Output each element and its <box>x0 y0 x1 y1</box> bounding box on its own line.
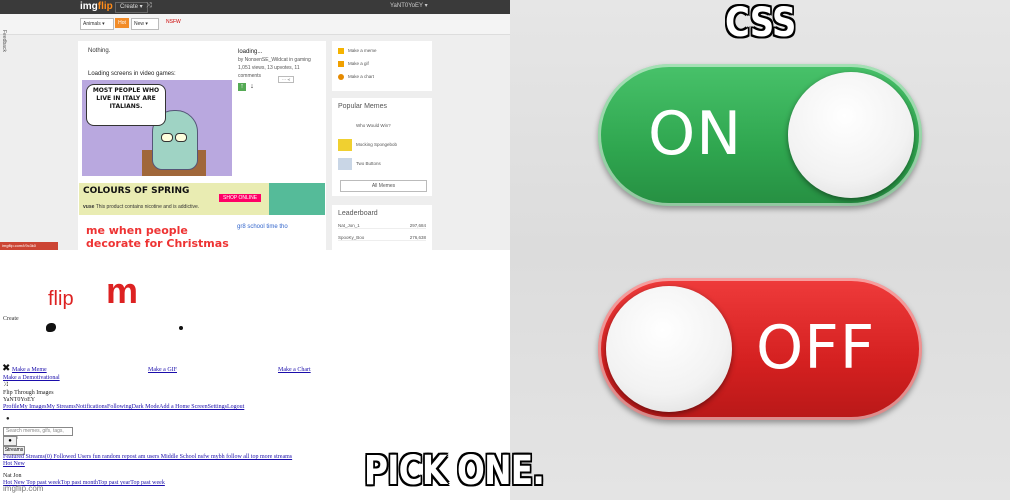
create-dropdown[interactable]: Create ▾ <box>115 2 148 13</box>
make-demotivational-link[interactable]: Make a Demotivational <box>3 375 60 381</box>
profile-menu-links[interactable]: ProfileMy ImagesMy StreamsNotificationsF… <box>3 404 244 410</box>
leaderboard-row[interactable]: SpooKy_Boo 276,638 <box>338 235 426 241</box>
ad-disclaimer: vuse This product contains nicotine and … <box>83 204 200 210</box>
popular-item[interactable]: Who Would Win? <box>338 120 391 132</box>
post-caption: Loading screens in video games: <box>88 71 176 77</box>
toggle-knob[interactable] <box>788 72 914 198</box>
popular-item[interactable]: Mocking Spongebob <box>338 139 397 151</box>
vote-buttons: ↑ ↓ <box>238 75 258 93</box>
broken-icon-row: ⤨ <box>3 382 8 388</box>
sidebar-link-meme[interactable]: Make a meme <box>338 48 377 54</box>
popular-heading: Popular Memes <box>338 103 388 110</box>
toggle-panel: CSS ON OFF PICK ONE. <box>364 0 1010 500</box>
new-tab[interactable]: New ▾ <box>131 18 159 30</box>
popular-item[interactable]: Two Buttons <box>338 158 381 170</box>
css-caption: CSS <box>725 0 796 46</box>
broken-create-label[interactable]: Create <box>3 316 19 322</box>
post-title[interactable]: Nothing. <box>88 48 110 54</box>
user-menu[interactable]: YaNT0YoEY ▾ <box>390 2 428 9</box>
stream-links[interactable]: Featured Streams(0) Followed Users fun r… <box>3 454 292 460</box>
sidebar-link-gif[interactable]: Make a gif <box>338 61 369 67</box>
leaderboard-box: Leaderboard Nat_Jon_1 297,684 SpooKy_Boo 2… <box>332 205 432 250</box>
advertisement-banner[interactable]: COLOURS OF SPRING vuse This product cont… <box>79 183 325 215</box>
url-tag: imgflip.com/i/9c3k0 <box>0 242 58 250</box>
pick-one-caption: PICK ONE. <box>364 448 545 494</box>
second-post: me when people decorate for Christmas in… <box>80 220 326 250</box>
search-button[interactable]: ● <box>3 436 17 446</box>
toggle-knob[interactable] <box>606 286 732 412</box>
search-input[interactable]: Search memes, gifs, tags, users <box>3 427 73 441</box>
share-button[interactable]: ⋯ ≺ <box>278 76 295 83</box>
broken-dot-icon <box>179 326 183 330</box>
chart-icon <box>338 74 344 80</box>
flip-through-images-text[interactable]: Flip Through Images <box>3 390 54 396</box>
gif-icon <box>338 61 344 67</box>
make-meme-link[interactable]: Make a Meme <box>12 367 47 373</box>
ad-image <box>269 183 325 215</box>
top-navbar: imgflip Create ▾ ⤨ YaNT0YoEY ▾ <box>0 0 510 14</box>
meme-icon <box>338 48 344 54</box>
meme-post: Nothing. Loading screens in video games:… <box>78 41 326 250</box>
broken-logo-m[interactable]: m <box>106 270 138 312</box>
ad-shop-button[interactable]: SHOP ONLINE <box>219 194 262 202</box>
second-post-title[interactable]: me when people decorate for Christmas in… <box>86 224 236 250</box>
imgflip-watermark: imgflip.com <box>3 484 44 493</box>
shuffle-icon[interactable]: ⤨ <box>146 2 152 10</box>
filter-bar: Animals ▾ Hot New ▾ NSFW <box>0 14 510 35</box>
upvote-icon[interactable]: ↑ <box>238 83 246 91</box>
ad-headline: COLOURS OF SPRING <box>83 186 190 196</box>
close-icon[interactable]: ✖ <box>2 363 10 374</box>
sidebar-link-chart[interactable]: Make a chart <box>338 74 374 80</box>
category-select[interactable]: Animals ▾ <box>80 18 114 30</box>
broken-bullet: ● <box>6 416 10 422</box>
broken-username[interactable]: YaNT0YoEY <box>3 397 35 403</box>
styled-page-panel: imgflip Create ▾ ⤨ YaNT0YoEY ▾ Animals ▾… <box>0 0 510 250</box>
meme-image[interactable]: MOST PEOPLE WHO LIVE IN ITALY ARE ITALIA… <box>82 80 232 176</box>
make-chart-link[interactable]: Make a Chart <box>278 367 311 373</box>
off-toggle-switch[interactable]: OFF <box>598 278 922 420</box>
on-toggle-switch[interactable]: ON <box>598 64 922 206</box>
off-label: OFF <box>756 313 876 383</box>
hot-tab[interactable]: Hot <box>115 18 129 28</box>
make-gif-link[interactable]: Make a GIF <box>148 367 177 373</box>
broken-user-text: Nat Jon <box>3 473 22 479</box>
sidebar-create-links: Make a meme Make a gif Make a chart <box>332 41 432 91</box>
second-post-meta[interactable]: gr8 school time tho <box>237 224 288 230</box>
hot-new-links[interactable]: Hot New <box>3 461 25 467</box>
broken-blob-icon <box>46 323 56 332</box>
broken-logo-flip[interactable]: flip <box>48 288 74 311</box>
on-label: ON <box>648 99 743 169</box>
nsfw-toggle[interactable]: NSFW <box>166 19 181 25</box>
popular-memes-box: Popular Memes Who Would Win? Mocking Spo… <box>332 98 432 196</box>
downvote-icon[interactable]: ↓ <box>248 83 256 91</box>
all-memes-button[interactable]: All Memes <box>340 180 427 192</box>
leaderboard-heading: Leaderboard <box>338 210 378 217</box>
feedback-tab[interactable]: Feedback <box>1 30 7 52</box>
imgflip-logo[interactable]: imgflip <box>80 1 113 12</box>
speech-bubble: MOST PEOPLE WHO LIVE IN ITALY ARE ITALIA… <box>86 84 166 126</box>
leaderboard-row[interactable]: Nat_Jon_1 297,684 <box>338 223 426 229</box>
